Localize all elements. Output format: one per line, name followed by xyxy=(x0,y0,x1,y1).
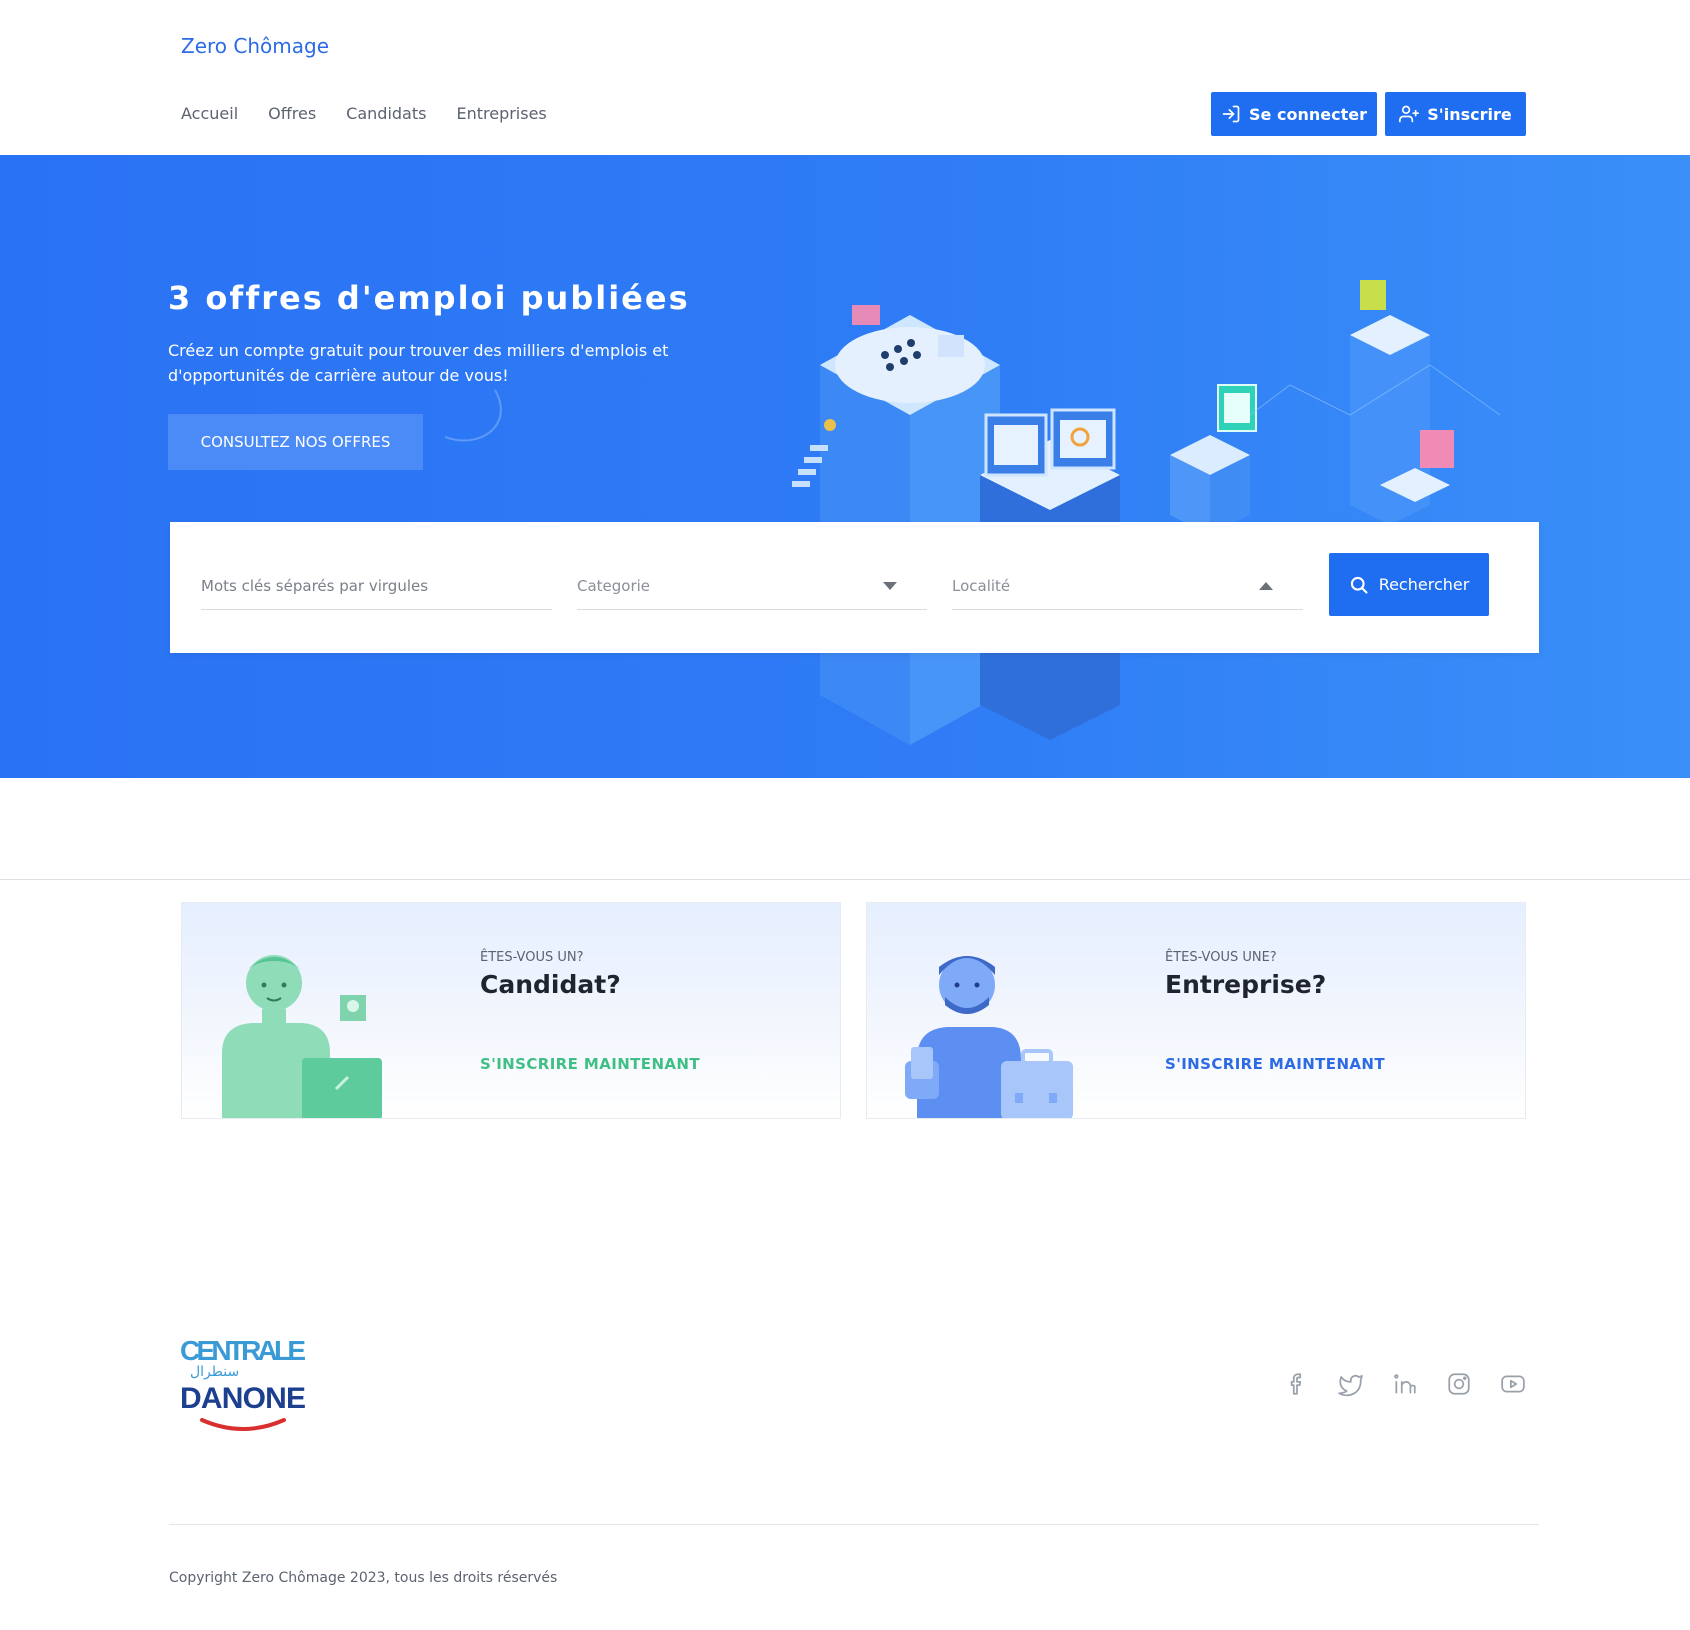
candidate-signup-link[interactable]: S'INSCRIRE MAINTENANT xyxy=(480,1055,700,1073)
signup-button[interactable]: S'inscrire xyxy=(1385,92,1526,136)
search-button-label: Rechercher xyxy=(1378,575,1470,594)
brand-logo[interactable]: Zero Chômage xyxy=(181,34,329,58)
candidate-card: ÊTES-VOUS UN? Candidat? S'INSCRIRE MAINT… xyxy=(181,902,841,1119)
login-icon xyxy=(1222,105,1240,123)
centrale-danone-logo[interactable]: CENTRALE سنطرال DANONE xyxy=(180,1330,310,1434)
section-divider xyxy=(0,879,1690,880)
hero-title: 3 offres d'emploi publiées xyxy=(168,279,690,317)
keywords-field[interactable] xyxy=(201,564,552,610)
instagram-icon[interactable] xyxy=(1446,1371,1472,1397)
location-select-value: Localité xyxy=(952,577,1011,595)
keywords-input[interactable] xyxy=(201,564,552,608)
nav-candidats[interactable]: Candidats xyxy=(346,104,426,123)
search-button[interactable]: Rechercher xyxy=(1329,553,1489,616)
logo-text-centrale: CENTRALE xyxy=(180,1335,306,1366)
decorative-arc xyxy=(444,389,502,442)
linkedin-icon[interactable] xyxy=(1392,1371,1418,1397)
copyright-text: Copyright Zero Chômage 2023, tous les dr… xyxy=(169,1570,558,1586)
company-illustration xyxy=(905,956,1073,1118)
hero-banner: 3 offres d'emploi publiées Créez un comp… xyxy=(0,155,1690,778)
company-card-pretitle: ÊTES-VOUS UNE? xyxy=(1165,950,1277,965)
main-nav: Accueil Offres Candidats Entreprises xyxy=(181,104,547,123)
nav-accueil[interactable]: Accueil xyxy=(181,104,238,123)
add-user-icon xyxy=(1399,105,1420,123)
login-label: Se connecter xyxy=(1249,104,1367,124)
company-card-title: Entreprise? xyxy=(1165,970,1327,999)
nav-entreprises[interactable]: Entreprises xyxy=(456,104,546,123)
facebook-icon[interactable] xyxy=(1284,1371,1310,1397)
hero-subtitle: Créez un compte gratuit pour trouver des… xyxy=(168,341,669,385)
browse-offers-button[interactable]: CONSULTEZ NOS OFFRES xyxy=(168,414,423,470)
search-icon xyxy=(1350,576,1368,594)
location-select[interactable]: Localité xyxy=(952,564,1303,610)
company-signup-link[interactable]: S'INSCRIRE MAINTENANT xyxy=(1165,1055,1385,1073)
candidate-illustration xyxy=(222,955,382,1118)
candidate-card-title: Candidat? xyxy=(480,970,621,999)
category-select-value: Categorie xyxy=(577,577,651,595)
candidate-card-pretitle: ÊTES-VOUS UN? xyxy=(480,950,584,965)
nav-offres[interactable]: Offres xyxy=(268,104,316,123)
signup-label: S'inscrire xyxy=(1427,104,1512,124)
company-card: ÊTES-VOUS UNE? Entreprise? S'INSCRIRE MA… xyxy=(866,902,1526,1119)
logo-text-danone: DANONE xyxy=(180,1382,306,1415)
twitter-icon[interactable] xyxy=(1338,1371,1364,1397)
category-select[interactable]: Categorie xyxy=(577,564,927,610)
chevron-down-icon xyxy=(883,582,897,590)
footer-divider xyxy=(169,1524,1539,1525)
youtube-icon[interactable] xyxy=(1500,1371,1526,1397)
login-button[interactable]: Se connecter xyxy=(1211,92,1377,136)
logo-text-arabic: سنطرال xyxy=(190,1364,239,1380)
social-links xyxy=(1284,1371,1526,1397)
job-search-form: Categorie Localité Rechercher xyxy=(170,522,1539,653)
chevron-up-icon xyxy=(1259,582,1273,590)
